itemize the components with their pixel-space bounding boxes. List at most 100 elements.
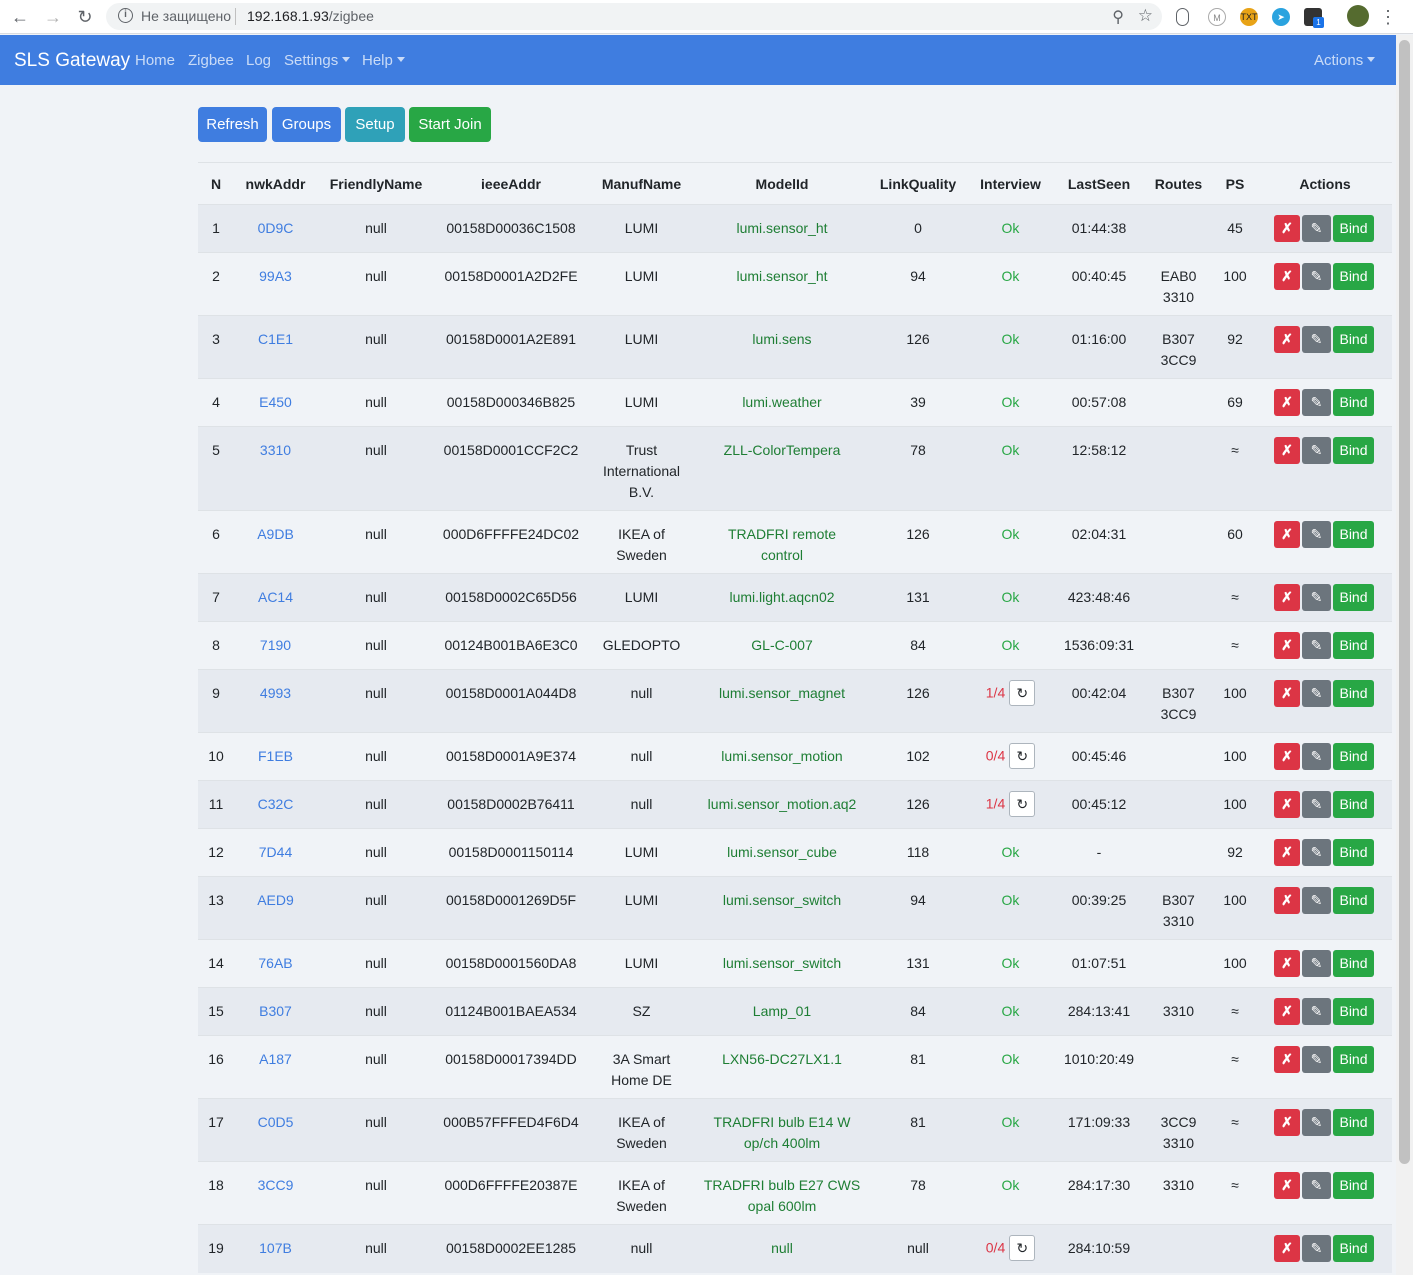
edit-button[interactable]: ✎ [1302,887,1331,914]
bind-button[interactable]: Bind [1333,437,1374,464]
groups-button[interactable]: Groups [272,107,341,142]
delete-button[interactable]: ✗ [1274,1172,1300,1199]
cell-nwkaddr[interactable]: AED9 [234,876,317,940]
cell-nwkaddr-text[interactable]: 99A3 [259,268,292,284]
edit-button[interactable]: ✎ [1302,389,1331,416]
edit-button[interactable]: ✎ [1302,1172,1331,1199]
start-join-button[interactable]: Start Join [409,107,491,142]
delete-button[interactable]: ✗ [1274,389,1300,416]
bind-button[interactable]: Bind [1333,1109,1374,1136]
cell-nwkaddr[interactable]: E450 [234,378,317,427]
edit-button[interactable]: ✎ [1302,326,1331,353]
forward-icon[interactable]: → [42,6,64,28]
cell-nwkaddr[interactable]: 0D9C [234,204,317,253]
col-friendlyname[interactable]: FriendlyName [317,162,435,205]
cell-nwkaddr[interactable]: 107B [234,1224,317,1273]
edit-button[interactable]: ✎ [1302,437,1331,464]
col-lastseen[interactable]: LastSeen [1053,162,1145,205]
edit-button[interactable]: ✎ [1302,521,1331,548]
edit-button[interactable]: ✎ [1302,584,1331,611]
cell-nwkaddr-text[interactable]: 0D9C [258,220,294,236]
bind-button[interactable]: Bind [1333,998,1374,1025]
delete-button[interactable]: ✗ [1274,215,1300,242]
brand-link[interactable]: SLS Gateway [14,50,130,72]
extension-shield-icon[interactable] [1176,8,1189,26]
cell-nwkaddr-text[interactable]: A9DB [257,526,294,542]
delete-button[interactable]: ✗ [1274,521,1300,548]
cell-nwkaddr[interactable]: A187 [234,1035,317,1099]
nav-settings-dropdown[interactable]: Settings [284,52,350,69]
cell-nwkaddr-text[interactable]: C32C [258,796,294,812]
nav-zigbee[interactable]: Zigbee [188,52,234,69]
cell-nwkaddr[interactable]: 7190 [234,621,317,670]
cell-nwkaddr-text[interactable]: C0D5 [258,1114,294,1130]
edit-button[interactable]: ✎ [1302,632,1331,659]
bind-button[interactable]: Bind [1333,584,1374,611]
edit-button[interactable]: ✎ [1302,1235,1331,1262]
bind-button[interactable]: Bind [1333,389,1374,416]
retry-interview-button[interactable]: ↻ [1009,680,1036,706]
edit-button[interactable]: ✎ [1302,791,1331,818]
delete-button[interactable]: ✗ [1274,887,1300,914]
col-ps[interactable]: PS [1212,162,1258,205]
cell-nwkaddr-text[interactable]: 107B [259,1240,292,1256]
delete-button[interactable]: ✗ [1274,326,1300,353]
nav-actions-dropdown[interactable]: Actions [1314,52,1375,69]
back-icon[interactable]: ← [9,6,31,28]
cell-nwkaddr[interactable]: C32C [234,780,317,829]
cell-nwkaddr[interactable]: 3CC9 [234,1161,317,1225]
delete-button[interactable]: ✗ [1274,950,1300,977]
cell-nwkaddr[interactable]: A9DB [234,510,317,574]
cell-nwkaddr-text[interactable]: 3310 [260,442,291,458]
nav-home[interactable]: Home [135,52,175,69]
nav-log[interactable]: Log [246,52,271,69]
delete-button[interactable]: ✗ [1274,1109,1300,1136]
edit-button[interactable]: ✎ [1302,263,1331,290]
cell-nwkaddr-text[interactable]: C1E1 [258,331,293,347]
delete-button[interactable]: ✗ [1274,791,1300,818]
cell-nwkaddr-text[interactable]: E450 [259,394,292,410]
edit-button[interactable]: ✎ [1302,215,1331,242]
cell-nwkaddr-text[interactable]: 7190 [260,637,291,653]
col-routes[interactable]: Routes [1145,162,1212,205]
delete-button[interactable]: ✗ [1274,839,1300,866]
address-bar[interactable]: i Не защищено 192.168.1.93/zigbee ⚲ ☆ [106,3,1162,30]
retry-interview-button[interactable]: ↻ [1009,743,1036,769]
browser-menu-icon[interactable]: ⋮ [1379,6,1397,28]
bind-button[interactable]: Bind [1333,1235,1374,1262]
cell-nwkaddr-text[interactable]: 76AB [258,955,292,971]
info-icon[interactable]: i [118,8,133,23]
bind-button[interactable]: Bind [1333,839,1374,866]
bind-button[interactable]: Bind [1333,263,1374,290]
extension-cube-icon[interactable]: 1 [1304,8,1324,28]
retry-interview-button[interactable]: ↻ [1009,1235,1036,1261]
security-status[interactable]: Не защищено [141,8,231,24]
cell-nwkaddr-text[interactable]: A187 [259,1051,292,1067]
bind-button[interactable]: Bind [1333,326,1374,353]
nav-help-dropdown[interactable]: Help [362,52,405,69]
col-linkquality[interactable]: LinkQuality [868,162,968,205]
cell-nwkaddr[interactable]: C0D5 [234,1098,317,1162]
delete-button[interactable]: ✗ [1274,263,1300,290]
cell-nwkaddr-text[interactable]: AC14 [258,589,293,605]
scrollbar-thumb[interactable] [1399,40,1410,1164]
bind-button[interactable]: Bind [1333,791,1374,818]
cell-nwkaddr-text[interactable]: 3CC9 [258,1177,294,1193]
avatar[interactable] [1347,5,1369,27]
edit-button[interactable]: ✎ [1302,680,1331,707]
bind-button[interactable]: Bind [1333,632,1374,659]
cell-nwkaddr[interactable]: 3310 [234,426,317,511]
cell-nwkaddr[interactable]: F1EB [234,732,317,781]
col-interview[interactable]: Interview [968,162,1053,205]
delete-button[interactable]: ✗ [1274,1046,1300,1073]
cell-nwkaddr[interactable]: B307 [234,987,317,1036]
bind-button[interactable]: Bind [1333,887,1374,914]
cell-nwkaddr-text[interactable]: F1EB [258,748,293,764]
setup-button[interactable]: Setup [345,107,405,142]
url-text[interactable]: 192.168.1.93/zigbee [247,8,374,24]
delete-button[interactable]: ✗ [1274,632,1300,659]
bind-button[interactable]: Bind [1333,521,1374,548]
search-icon[interactable]: ⚲ [1112,7,1124,27]
cell-nwkaddr[interactable]: 7D44 [234,828,317,877]
col-manufname[interactable]: ManufName [587,162,696,205]
